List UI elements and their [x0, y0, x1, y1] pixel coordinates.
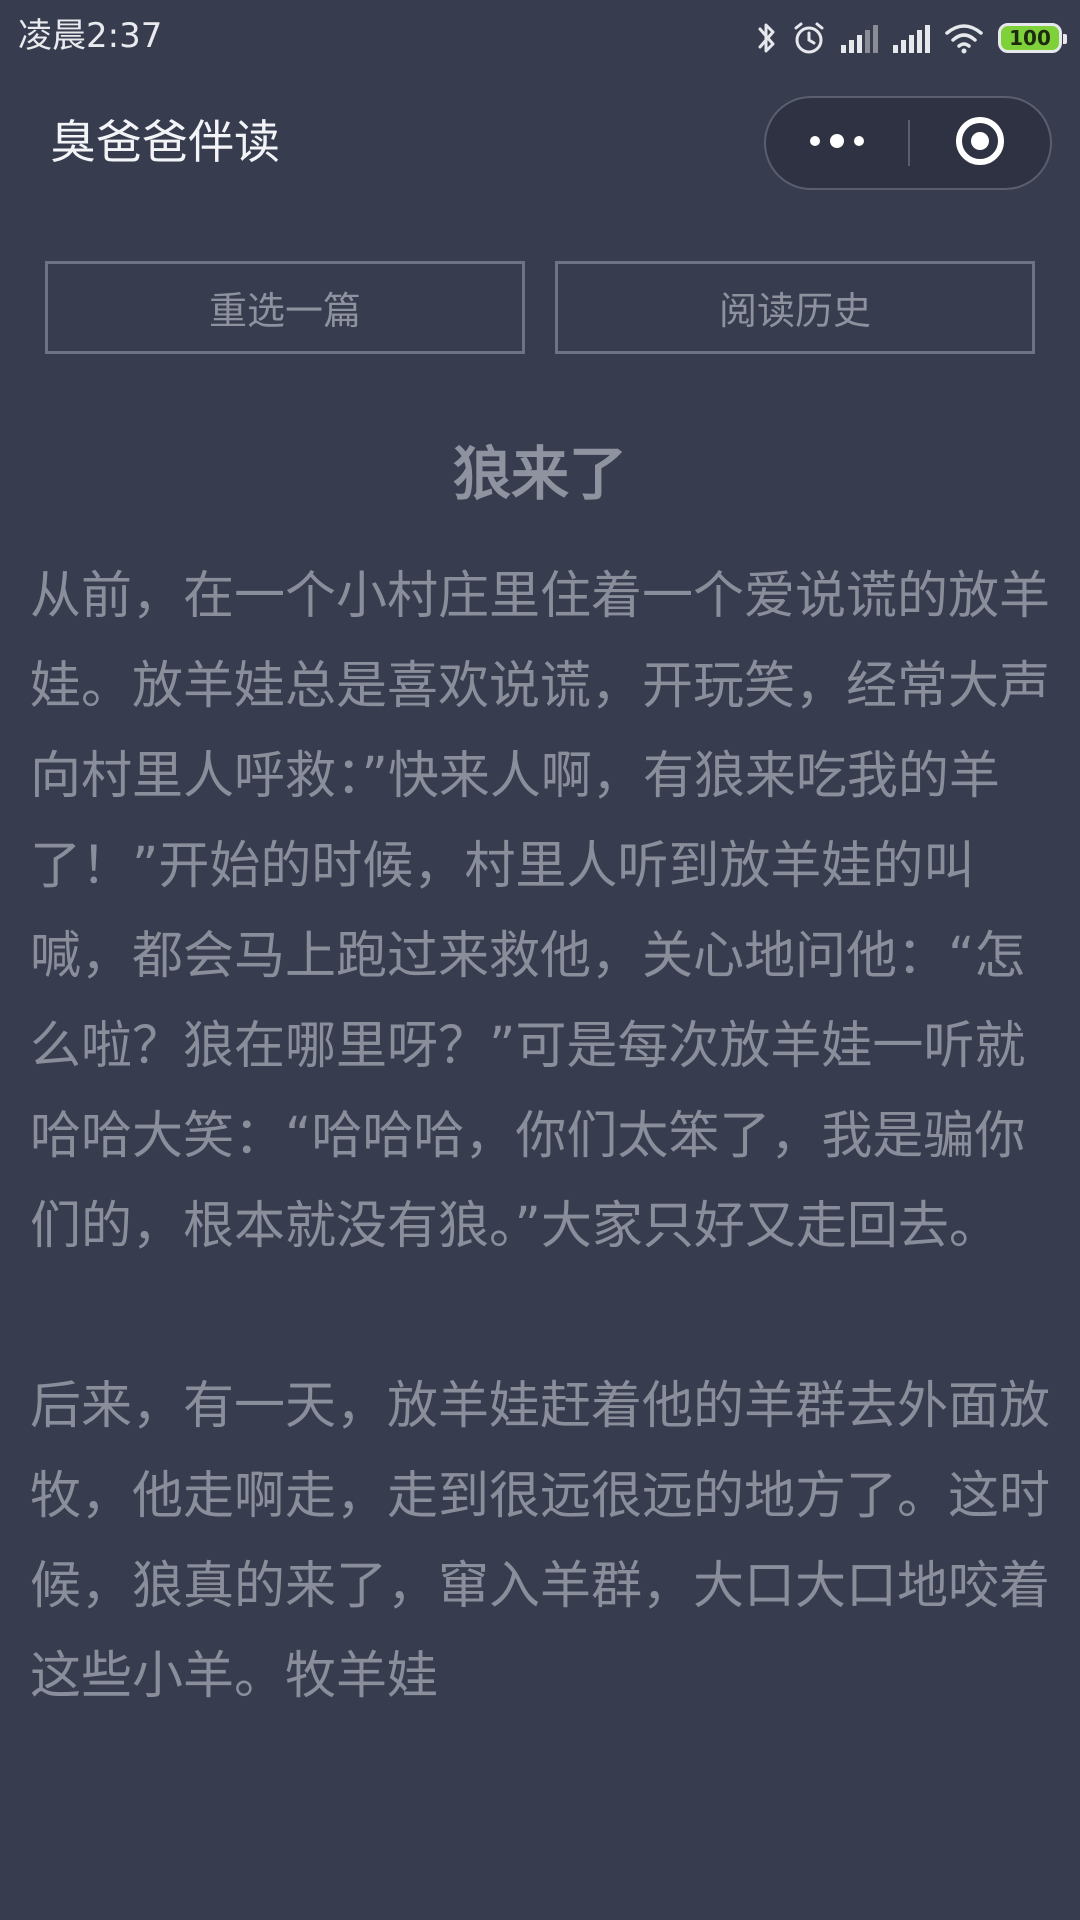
- story-paragraph: 后来，有一天，放羊娃赶着他的羊群去外面放牧，他走啊走，走到很远很远的地方了。这时…: [30, 1377, 1051, 1706]
- close-button[interactable]: [910, 98, 1050, 188]
- signal-icon: [840, 23, 878, 53]
- action-buttons: 重选一篇 阅读历史: [45, 261, 1035, 354]
- story-paragraph: 从前，在一个小村庄里住着一个爱说谎的放羊娃。放羊娃总是喜欢说谎，开玩笑，经常大声…: [30, 567, 1051, 1256]
- status-time: 凌晨2:37: [18, 16, 163, 56]
- signal-icon: [892, 23, 930, 53]
- nav-bar: 臭爸爸伴读: [0, 74, 1080, 214]
- mini-program-capsule: [764, 96, 1052, 190]
- reading-history-button[interactable]: 阅读历史: [555, 261, 1035, 354]
- wifi-icon: [944, 22, 984, 54]
- more-button[interactable]: [766, 98, 908, 188]
- app-title: 臭爸爸伴读: [50, 115, 280, 169]
- story-title: 狼来了: [452, 440, 627, 508]
- bluetooth-icon: [756, 20, 778, 56]
- status-icons: 100: [756, 18, 1067, 58]
- story-body: 从前，在一个小村庄里住着一个爱说谎的放羊娃。放羊娃总是喜欢说谎，开玩笑，经常大声…: [30, 552, 1050, 1722]
- alarm-icon: [792, 21, 826, 55]
- status-bar: 凌晨2:37 100: [0, 0, 1080, 74]
- target-close-icon: [954, 115, 1006, 171]
- battery-icon: 100: [998, 23, 1067, 53]
- reselect-button[interactable]: 重选一篇: [45, 261, 525, 354]
- more-dots-icon: [807, 133, 867, 153]
